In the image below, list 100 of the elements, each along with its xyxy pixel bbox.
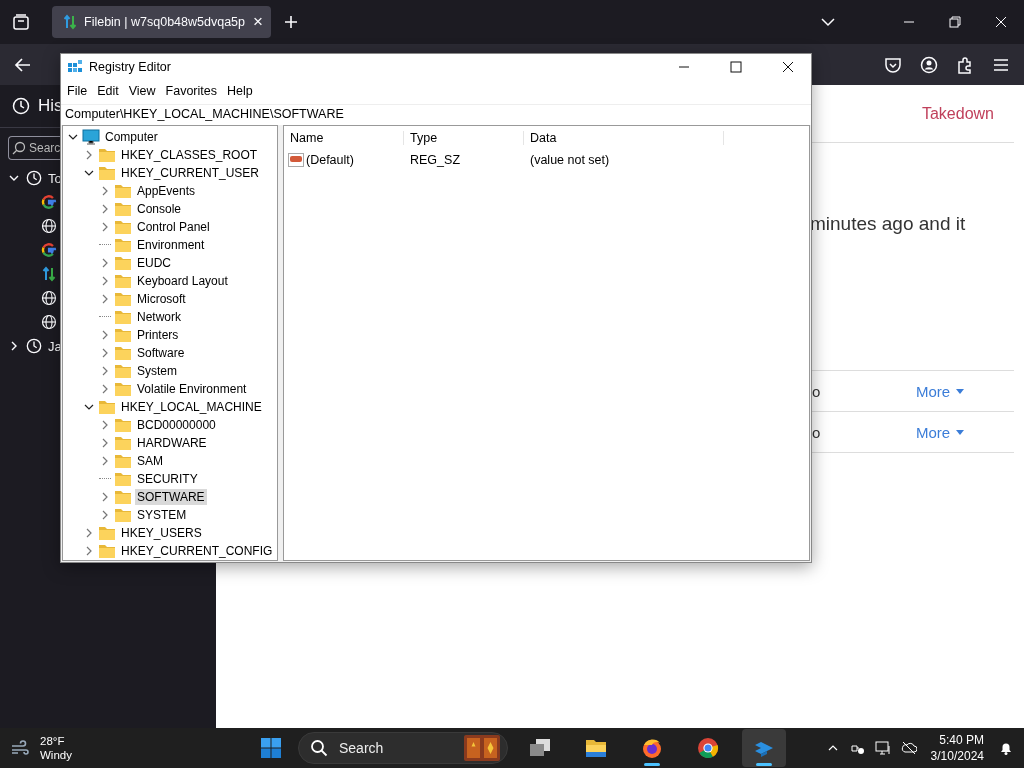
tree-item[interactable]: BCD00000000 [135,417,218,433]
menu-item[interactable]: View [124,84,162,99]
google-icon[interactable] [41,242,57,258]
tab-list-icon[interactable] [11,12,31,32]
tree-item[interactable]: HKEY_CLASSES_ROOT [119,147,260,163]
temperature-text: 28°F [40,734,66,748]
folder-icon [114,507,132,523]
tree-item[interactable]: HKEY_USERS [119,525,204,541]
arrows-icon[interactable] [41,266,57,282]
wind-icon[interactable] [10,738,30,758]
clock-time[interactable]: 5:40 PM [939,732,984,748]
tree-item[interactable]: Computer [103,129,160,145]
address-field[interactable]: Computer\HKEY_LOCAL_MACHINE\SOFTWARE [61,104,811,123]
restore-icon[interactable] [949,16,961,28]
folder-icon [114,435,132,451]
cloud-off-icon[interactable] [900,740,917,756]
column-header[interactable]: Type [404,131,524,145]
table-cell-text: o [812,423,822,441]
tree-item[interactable]: EUDC [135,255,173,271]
column-header[interactable]: Data [524,131,724,145]
column-header[interactable]: Name [284,131,404,145]
folder-icon [585,737,607,759]
folder-icon [114,417,132,433]
tree-item[interactable]: System [135,363,179,379]
weather-text: Windy [40,748,72,762]
menu-item[interactable]: File [63,84,94,99]
more-dropdown[interactable]: More [916,382,965,400]
folder-icon [114,453,132,469]
globe-icon[interactable] [41,290,57,306]
back-arrow-icon[interactable] [14,55,32,74]
menu-item[interactable]: Favorites [161,84,223,99]
computer-icon [82,129,100,145]
folder-icon [98,165,116,181]
folder-icon [114,201,132,217]
tree-item[interactable]: AppEvents [135,183,198,199]
folder-icon [114,345,132,361]
clock-icon [26,338,42,354]
tree-item[interactable]: SECURITY [135,471,200,487]
table-cell-text: o [812,382,822,400]
close-icon[interactable] [782,61,794,74]
arrows-icon [64,14,76,30]
tree-item[interactable]: Keyboard Layout [135,273,230,289]
folder-icon [114,471,132,487]
folder-icon [114,255,132,271]
clock-icon [26,170,42,186]
folder-icon [114,381,132,397]
clock-date[interactable]: 3/10/2024 [930,748,984,764]
table-cell-text: REG_SZ [409,153,461,167]
folder-icon [114,327,132,343]
tree-item[interactable]: Microsoft [135,291,188,307]
table-cell-text: (value not set) [529,153,611,167]
tree-item[interactable]: SAM [135,453,165,469]
tree-item[interactable]: Control Panel [135,219,212,235]
new-tab-icon[interactable] [282,14,299,30]
pocket-icon[interactable] [884,55,902,74]
tree-item[interactable]: SOFTWARE [135,489,207,505]
caret-icon [956,429,965,435]
tree-item[interactable]: HARDWARE [135,435,209,451]
tab-close-button[interactable]: × [253,12,263,32]
taskbar-app[interactable] [742,729,786,767]
caret-icon [956,388,965,394]
folder-icon [98,399,116,415]
table-cell: (Default) [306,153,354,167]
folder-icon [98,525,116,541]
folder-icon [114,219,132,235]
tree-item[interactable]: Volatile Environment [135,381,249,397]
puzzle-icon[interactable] [956,55,974,74]
tree-item[interactable]: SYSTEM [135,507,189,523]
monitor-icon[interactable] [874,740,891,756]
tab-title: Filebin | w7sq0b48w5dvqa5p [84,15,245,29]
globe-icon[interactable] [41,218,57,234]
tree-item[interactable]: Console [135,201,184,217]
globe-icon[interactable] [41,314,57,330]
search-icon [12,141,26,155]
takedown-link[interactable]: Takedown [921,104,994,123]
account-icon[interactable] [920,55,938,74]
folder-icon [114,183,132,199]
tree-item[interactable]: Printers [135,327,181,343]
more-dropdown[interactable]: More [916,423,965,441]
menu-item[interactable]: Edit [93,84,125,99]
windows-icon [529,737,551,759]
folder-icon [114,237,132,253]
tree-item[interactable]: HKEY_CURRENT_CONFIG [119,543,275,559]
message-text: minutes ago and it [810,213,967,235]
folder-icon [114,291,132,307]
tree-item[interactable]: Environment [135,237,207,253]
tree-item[interactable]: Network [135,309,183,325]
maximize-icon[interactable] [730,61,742,74]
folder-icon [114,363,132,379]
string-value-icon [288,153,304,167]
tree-item[interactable]: HKEY_LOCAL_MACHINE [119,399,264,415]
menu-item[interactable]: Help [223,84,259,99]
tree-item[interactable]: Software [135,345,187,361]
history-search-field[interactable]: Searc [8,136,60,160]
google-icon[interactable] [41,194,57,210]
tree-item[interactable]: HKEY_CURRENT_USER [119,165,262,181]
start-icon[interactable] [260,737,282,759]
browser-tab[interactable]: Filebin | w7sq0b48w5dvqa5p × [52,6,271,38]
fox-globe-icon [641,737,663,759]
clock-icon [12,97,30,115]
